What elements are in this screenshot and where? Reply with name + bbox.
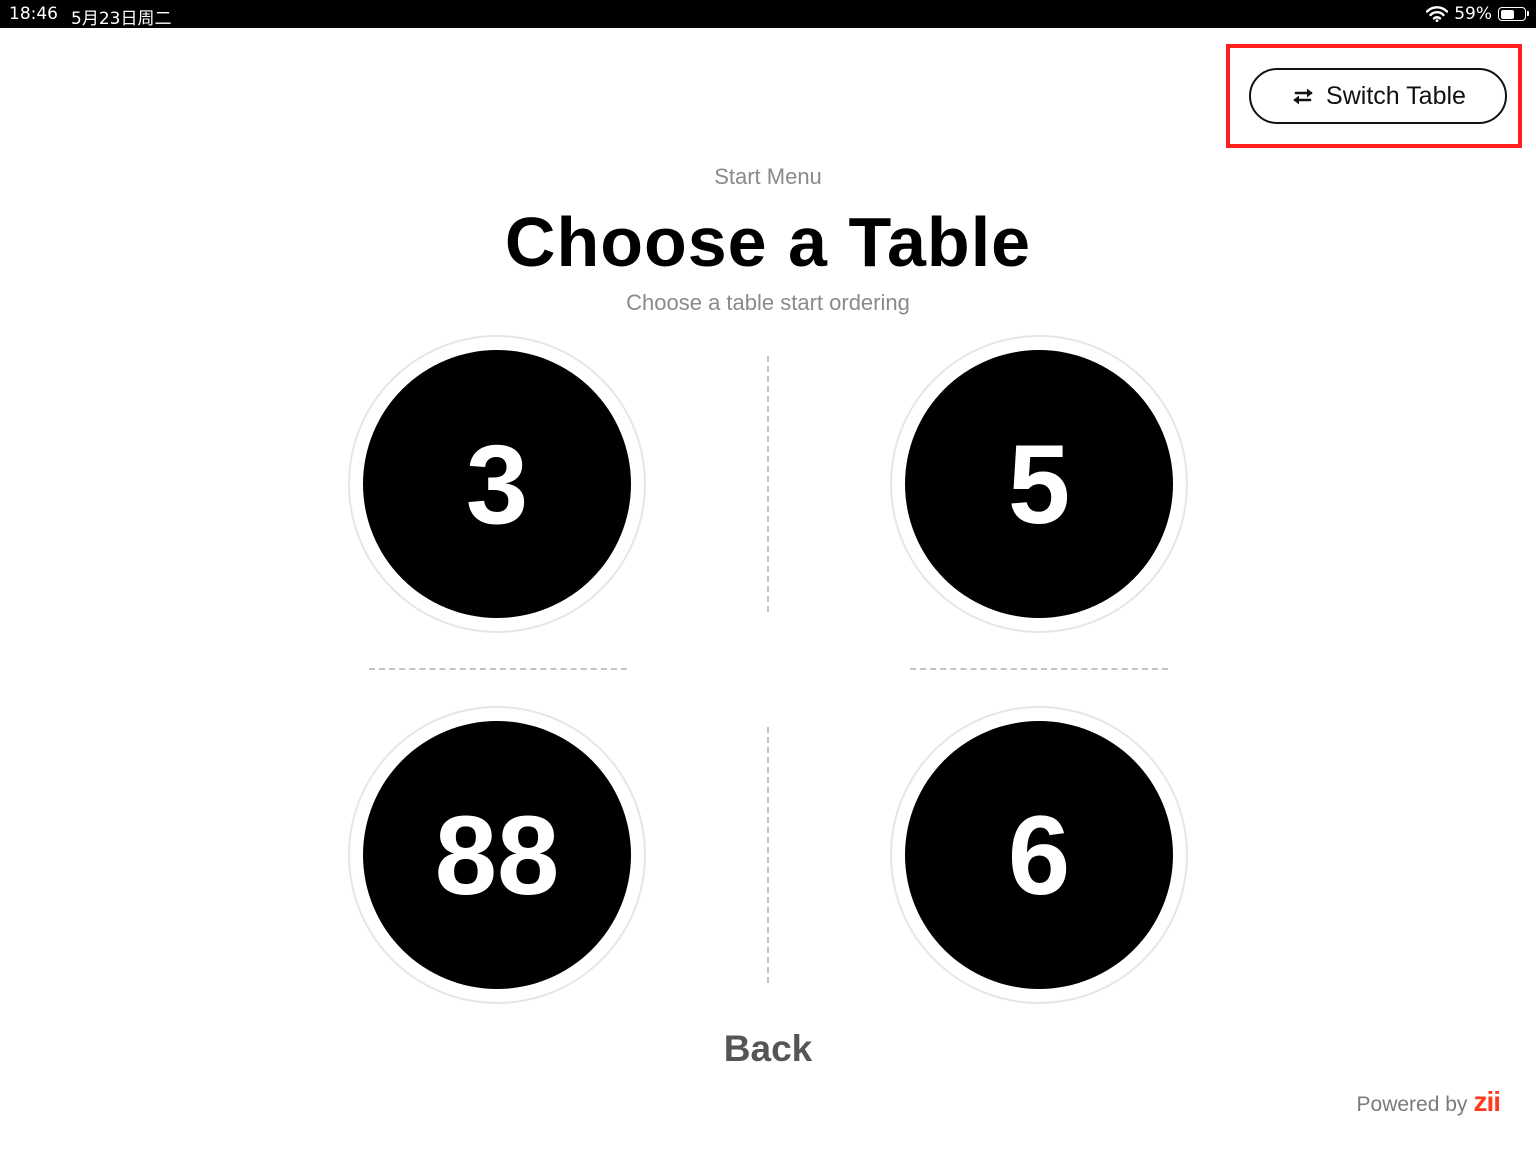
battery-percent: 59% — [1454, 4, 1492, 24]
table-number: 3 — [363, 350, 631, 618]
table-button[interactable]: 3 — [348, 335, 646, 633]
table-number: 88 — [363, 721, 631, 989]
page-title: Choose a Table — [504, 203, 1032, 281]
screen: 18:46 5月23日周二 59% Switch Table Start Men — [0, 0, 1536, 1152]
back-button[interactable]: Back — [668, 1028, 868, 1070]
wifi-icon — [1426, 6, 1449, 22]
battery-icon — [1498, 7, 1529, 21]
powered-by-label: Powered by — [1356, 1093, 1468, 1116]
status-right: 59% — [1426, 3, 1529, 25]
battery-fill — [1500, 9, 1514, 19]
status-date: 5月23日周二 — [71, 9, 172, 29]
divider-horizontal — [910, 668, 1168, 670]
status-time: 18:46 — [9, 4, 58, 24]
divider-horizontal — [369, 668, 627, 670]
divider-vertical — [767, 727, 769, 983]
switch-table-label: Switch Table — [1326, 81, 1466, 110]
switch-table-button[interactable]: Switch Table — [1249, 68, 1507, 124]
table-number: 5 — [905, 350, 1173, 618]
page-subtitle: Choose a table start ordering — [626, 290, 910, 315]
status-bar: 18:46 5月23日周二 59% — [0, 0, 1536, 29]
table-button[interactable]: 5 — [890, 335, 1188, 633]
table-button[interactable]: 6 — [890, 706, 1188, 1004]
brand-logo: zii — [1473, 1086, 1501, 1117]
powered-by: Powered by zii — [1356, 1086, 1501, 1118]
table-number: 6 — [905, 721, 1173, 989]
swap-arrows-icon — [1293, 88, 1313, 105]
eyebrow-label: Start Menu — [714, 164, 822, 189]
battery-cap — [1527, 11, 1529, 16]
table-button[interactable]: 88 — [348, 706, 646, 1004]
divider-vertical — [767, 356, 769, 612]
